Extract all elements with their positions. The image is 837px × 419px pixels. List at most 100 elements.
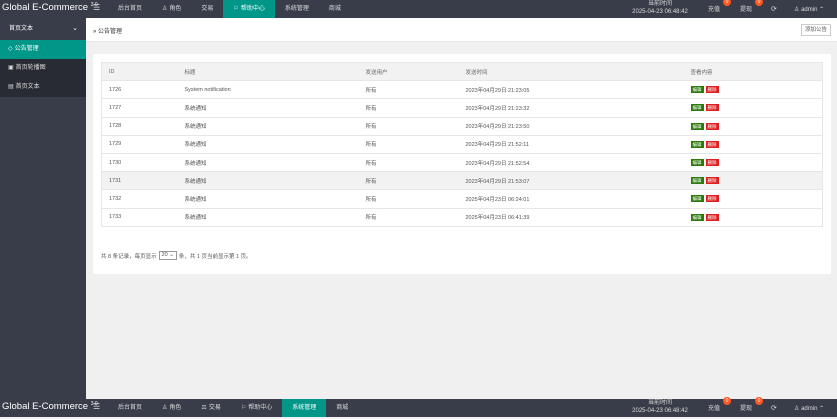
recharge-button[interactable]: 充值 0 [708,0,731,18]
edit-button[interactable]: 编辑 [690,213,704,221]
diamond-icon: ◇ [8,46,13,52]
cell-user: 所有 [358,117,459,136]
sidebar: 首页文本 ⌄ ◇ 公告管理 ▣ 首页轮播图 ▤ 首页文本 [0,18,86,399]
table-row: 1726 System notification 所有 2023年04月29日 21:… [101,80,823,100]
nav-item-label: 角色 [169,6,182,12]
breadcrumb: » 公告管理 [93,29,123,35]
cell-user: 所有 [358,153,459,173]
withdraw-button[interactable]: 提现 0 [740,397,763,417]
edit-button[interactable]: 编辑 [690,177,704,185]
column-header-time: 发送时间 [458,62,684,82]
nav-item-2[interactable]: 交易 [191,0,223,18]
nav-item-0[interactable]: 后台首页 [108,399,152,417]
nav-item-label: 系统管理 [284,6,309,12]
sidebar-item-announcements[interactable]: ◇ 公告管理 [0,40,86,59]
cell-user: 所有 [358,135,459,154]
edit-button[interactable]: 编辑 [690,86,704,94]
delete-button[interactable]: 删除 [705,140,719,148]
nav-item-1[interactable]: ♙ 角色 [152,399,191,417]
delete-button[interactable]: 删除 [705,177,719,185]
cell-actions: 编辑 删除 [683,80,823,100]
cell-id: 1728 [101,117,178,136]
table-row: 1732 系统通知 所有 2025年04月23日 06:24:01 编辑 删除 [101,189,823,209]
clock: 当前时间 2025-04-23 06:48:42 [620,1,700,16]
chevron-up-icon: ⌃ [819,7,825,13]
user-menu[interactable]: ♙ admin ⌃ [794,0,824,18]
table-row: 1733 系统通知 所有 2025年04月23日 06:41:39 编辑 删除 [101,208,823,227]
trade-icon: ⚖ [201,405,207,411]
username: admin [801,406,818,412]
delete-button[interactable]: 删除 [705,122,719,130]
withdraw-button[interactable]: 提现 0 [740,0,763,18]
user-icon: ♙ [794,406,800,412]
sidebar-section-header[interactable]: 首页文本 ⌄ [0,18,86,40]
sidebar-item-carousel[interactable]: ▣ 首页轮播图 [0,59,86,78]
delete-button[interactable]: 删除 [705,104,719,112]
brand-logo-bottom[interactable]: Global E-Commerce 3.0 [2,401,98,412]
brand-logo[interactable]: Global E-Commerce 3.0 [2,2,98,13]
column-header-user: 发送用户 [358,62,459,82]
add-announcement-button[interactable]: 添加公告 [800,24,831,36]
cell-user: 所有 [358,80,459,100]
nav-item-label: 交易 [208,405,221,411]
user-menu[interactable]: ♙ admin ⌃ [794,399,824,417]
menu-icon[interactable]: ☰ [93,402,100,411]
delete-button[interactable]: 删除 [705,159,719,167]
table-row: 1730 系统通知 所有 2023年04月29日 21:52:54 编辑 删除 [101,153,823,173]
nav-item-2[interactable]: ⚖ 交易 [191,399,230,417]
table-card: ID 标题 发送用户 发送时间 查看内容 1726 System notifica… [93,54,831,274]
delete-button[interactable]: 删除 [705,213,719,221]
top-navbar: Global E-Commerce 3.0 ☰ 后台首页 ♙ 角色 交易 ⚐ 帮助中心 系统… [0,0,837,18]
nav-item-3[interactable]: ⚐ 帮助中心 [231,399,282,417]
nav-item-5[interactable]: 商城 [326,399,358,417]
nav-item-4[interactable]: 系统管理 [282,399,327,417]
cell-time: 2023年04月29日 21:53:07 [458,171,684,191]
cell-actions: 编辑 删除 [683,208,823,227]
column-header-id: ID [101,62,178,82]
edit-button[interactable]: 编辑 [690,104,704,112]
cell-id: 1726 [101,80,178,100]
edit-button[interactable]: 编辑 [690,195,704,203]
clock-label: 当前时间 [647,400,672,406]
edit-button[interactable]: 编辑 [690,122,704,130]
nav-item-label: 角色 [169,405,182,411]
delete-button[interactable]: 删除 [705,195,719,203]
delete-button[interactable]: 删除 [705,86,719,94]
refresh-icon[interactable]: ⟳ [771,399,777,417]
table-row: 1731 系统通知 所有 2023年04月29日 21:53:07 编辑 删除 [101,171,823,191]
column-header-title: 标题 [177,62,359,82]
nav-item-5[interactable]: 商城 [319,0,351,18]
cell-actions: 编辑 删除 [683,171,823,191]
nav-item-1[interactable]: ♙ 角色 [152,0,191,18]
cell-title: 系统通知 [177,117,359,136]
username: admin [801,7,818,13]
menu-icon[interactable]: ☰ [93,3,100,12]
recharge-button[interactable]: 充值 0 [708,397,731,417]
cell-time: 2023年04月29日 21:23:50 [458,117,684,136]
nav-item-label: 帮助中心 [248,405,273,411]
sidebar-item-homepage-text[interactable]: ▤ 首页文本 [0,78,86,97]
page-size-select[interactable]: 20 ⌄ [158,251,177,260]
withdraw-badge: 0 [755,397,763,405]
breadcrumb-arrow-icon: » [93,29,97,35]
cell-id: 1727 [101,98,178,118]
column-header-actions: 查看内容 [683,62,823,82]
nav-item-0[interactable]: 后台首页 [108,0,152,18]
bottom-nav: 后台首页 ♙ 角色 ⚖ 交易 ⚐ 帮助中心 系统管理 商城 [108,399,358,417]
cell-user: 所有 [358,189,459,209]
cell-actions: 编辑 删除 [683,135,823,154]
refresh-icon[interactable]: ⟳ [771,0,777,18]
table-header-row: ID 标题 发送用户 发送时间 查看内容 [101,62,823,82]
clock-value: 2025-04-23 06:48:42 [632,407,688,414]
cell-id: 1733 [101,208,178,227]
nav-item-4[interactable]: 系统管理 [275,0,319,18]
user-icon: ♙ [794,7,800,13]
page-header: » 公告管理 添加公告 [86,18,837,42]
nav-item-3[interactable]: ⚐ 帮助中心 [223,0,275,18]
edit-button[interactable]: 编辑 [690,159,704,167]
clock-bottom: 当前时间 2025-04-23 06:48:42 [620,400,700,415]
main-content: » 公告管理 添加公告 ID 标题 发送用户 发送时间 查看内容 1726 Sys… [86,18,837,399]
table-row: 1728 系统通知 所有 2023年04月29日 21:23:50 编辑 删除 [101,117,823,136]
edit-button[interactable]: 编辑 [690,140,704,148]
nav-item-label: 商城 [336,405,349,411]
